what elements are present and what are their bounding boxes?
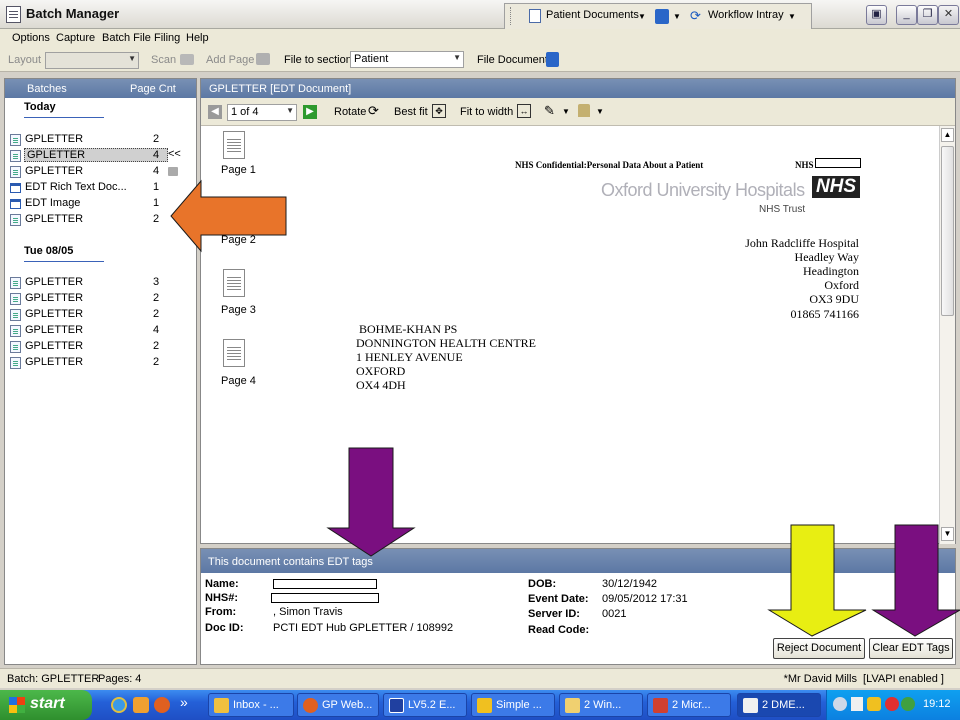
shield-icon[interactable] — [867, 697, 881, 711]
status-batch: Batch: GPLETTER — [7, 673, 100, 685]
clock: 19:12 — [923, 698, 951, 710]
task-button[interactable]: LV5.2 E... — [383, 693, 467, 717]
app-window-icon — [389, 698, 404, 713]
task-label: 2 Win... — [584, 699, 622, 711]
firefox-icon[interactable] — [154, 697, 170, 713]
purple-arrow — [326, 447, 416, 557]
quicklaunch-icon[interactable] — [133, 697, 149, 713]
start-button[interactable]: start — [0, 690, 92, 720]
tray-icon[interactable] — [885, 697, 899, 711]
checkmark-icon — [477, 698, 492, 713]
task-label: GP Web... — [322, 699, 373, 711]
task-label: LV5.2 E... — [408, 699, 456, 711]
tray-icon[interactable] — [851, 697, 863, 711]
windows-logo-icon — [9, 697, 25, 713]
orange-arrow — [170, 179, 287, 253]
task-button[interactable]: 2 Win... — [559, 693, 643, 717]
task-button[interactable]: GP Web... — [297, 693, 379, 717]
tray-icon[interactable] — [901, 697, 915, 711]
firefox-icon — [303, 698, 318, 713]
system-tray: 19:12 — [826, 690, 960, 720]
status-pages: Pages: 4 — [98, 673, 142, 685]
status-bar: Batch: GPLETTER Pages: 4 *Mr David Mills… — [0, 668, 960, 688]
task-button[interactable]: Inbox - ... — [208, 693, 294, 717]
annotation-arrows — [170, 179, 960, 637]
office-icon — [653, 698, 668, 713]
task-label: 2 DME... — [762, 699, 805, 711]
task-label: 2 Micr... — [672, 699, 711, 711]
more-quicklaunch[interactable]: » — [180, 694, 188, 710]
document-icon — [743, 698, 758, 713]
start-label: start — [30, 695, 65, 712]
tray-icon[interactable] — [833, 697, 847, 711]
folder-icon — [565, 698, 580, 713]
yellow-arrow — [767, 524, 867, 637]
task-button[interactable]: Simple ... — [471, 693, 555, 717]
task-label: Simple ... — [496, 699, 542, 711]
taskbar: start » Inbox - ... GP Web... LV5.2 E...… — [0, 690, 960, 720]
task-button[interactable]: 2 Micr... — [647, 693, 731, 717]
purple-arrow — [871, 524, 960, 637]
status-user: *Mr David Mills [LVAPI enabled ] — [783, 673, 944, 685]
task-label: Inbox - ... — [233, 699, 279, 711]
task-button-active[interactable]: 2 DME... — [737, 693, 821, 717]
internet-explorer-icon[interactable] — [111, 697, 127, 713]
outlook-icon — [214, 698, 229, 713]
